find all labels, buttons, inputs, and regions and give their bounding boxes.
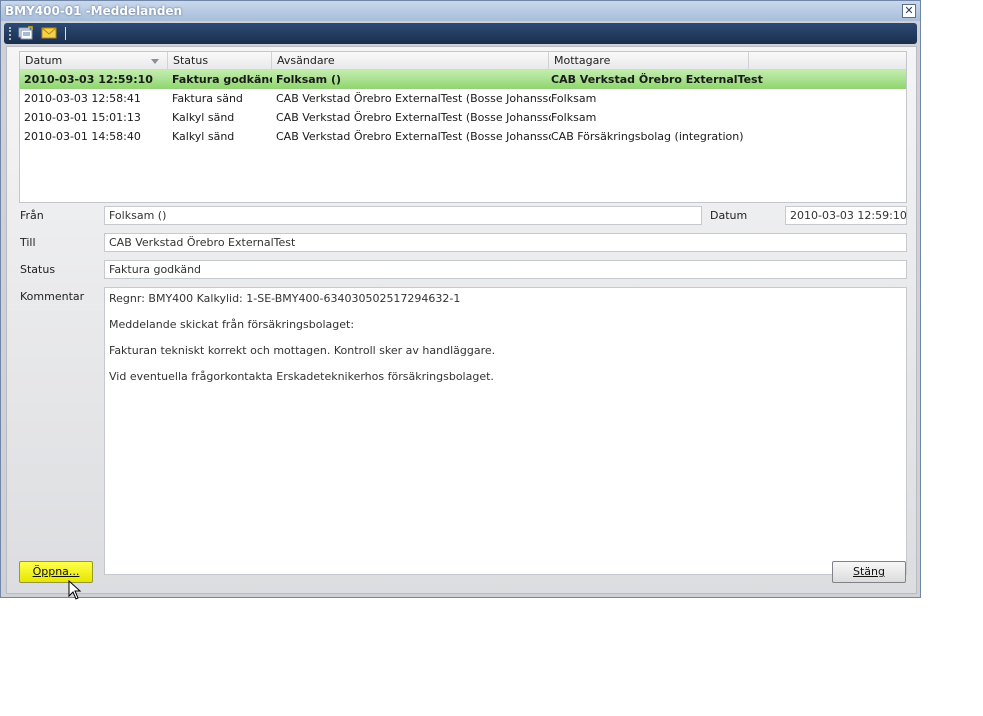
close-window-button[interactable]: ✕: [902, 4, 916, 18]
comment-line: Meddelande skickat från försäkringsbolag…: [109, 318, 355, 331]
column-header-sender[interactable]: Avsändare: [272, 52, 549, 70]
close-button[interactable]: Stäng: [832, 561, 906, 583]
table-row[interactable]: 2010-03-03 12:59:10 Faktura godkänd Folk…: [20, 70, 906, 89]
column-header-date[interactable]: Datum: [20, 52, 168, 70]
cell-sender: CAB Verkstad Örebro ExternalTest (Bosse …: [276, 111, 551, 124]
messages-window: BMY400-01 -Meddelanden ✕ Datum Status Av…: [0, 0, 921, 598]
window-title: BMY400-01 -Meddelanden: [5, 4, 183, 18]
mouse-cursor-icon: [68, 579, 82, 603]
toolbar-grip[interactable]: [9, 27, 11, 40]
table-row[interactable]: 2010-03-03 12:58:41 Faktura sänd CAB Ver…: [20, 89, 906, 108]
cell-date: 2010-03-01 14:58:40: [24, 130, 141, 143]
grid-header: Datum Status Avsändare Mottagare: [20, 52, 906, 70]
cell-date: 2010-03-03 12:59:10: [24, 73, 153, 86]
cell-recipient: Folksam: [551, 92, 597, 105]
envelope-icon[interactable]: [41, 26, 57, 40]
date-label: Datum: [710, 209, 748, 222]
status-label: Status: [20, 263, 56, 276]
to-label: Till: [20, 236, 36, 249]
messages-grid[interactable]: Datum Status Avsändare Mottagare 2010-03…: [19, 51, 907, 203]
from-label: Från: [20, 209, 44, 222]
cell-status: Faktura sänd: [172, 92, 243, 105]
cell-sender: Folksam (): [276, 73, 342, 86]
date-field[interactable]: 2010-03-03 12:59:10: [785, 206, 907, 225]
column-header-recipient[interactable]: Mottagare: [549, 52, 749, 70]
cell-status: Faktura godkänd: [172, 73, 272, 86]
cell-sender: CAB Verkstad Örebro ExternalTest (Bosse …: [276, 130, 551, 143]
comment-line: Vid eventuella frågorkontakta Erskadetek…: [109, 370, 494, 383]
status-field[interactable]: Faktura godkänd: [104, 260, 907, 279]
cell-recipient: CAB Verkstad Örebro ExternalTest: [551, 73, 763, 86]
cell-date: 2010-03-01 15:01:13: [24, 111, 141, 124]
comment-label: Kommentar: [20, 290, 85, 303]
to-field[interactable]: CAB Verkstad Örebro ExternalTest: [104, 233, 907, 252]
cell-date: 2010-03-03 12:58:41: [24, 92, 141, 105]
cell-recipient: Folksam: [551, 111, 597, 124]
cell-status: Kalkyl sänd: [172, 130, 235, 143]
table-row[interactable]: 2010-03-01 14:58:40 Kalkyl sänd CAB Verk…: [20, 127, 906, 146]
column-header-status[interactable]: Status: [168, 52, 272, 70]
content-panel: Datum Status Avsändare Mottagare 2010-03…: [6, 46, 917, 594]
cell-status: Kalkyl sänd: [172, 111, 235, 124]
title-bar[interactable]: BMY400-01 -Meddelanden ✕: [1, 1, 920, 21]
cell-sender: CAB Verkstad Örebro ExternalTest (Bosse …: [276, 92, 551, 105]
open-message-icon[interactable]: [18, 26, 34, 40]
from-field[interactable]: Folksam (): [104, 206, 702, 225]
toolbar-separator: [65, 27, 66, 40]
sort-descending-icon: [151, 59, 159, 64]
comment-line: Fakturan tekniskt korrekt och mottagen. …: [109, 344, 496, 357]
comment-line: Regnr: BMY400 Kalkylid: 1-SE-BMY400-6340…: [109, 292, 461, 305]
table-row[interactable]: 2010-03-01 15:01:13 Kalkyl sänd CAB Verk…: [20, 108, 906, 127]
cell-recipient: CAB Försäkringsbolag (integration): [551, 130, 744, 143]
toolbar: [4, 23, 917, 44]
comment-textarea[interactable]: Regnr: BMY400 Kalkylid: 1-SE-BMY400-6340…: [104, 287, 907, 575]
